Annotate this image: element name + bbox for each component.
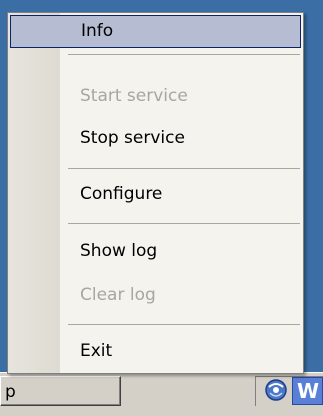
tray-app-label: W — [297, 379, 320, 403]
menu-separator — [68, 54, 300, 56]
menu-item-clear-log[interactable]: Clear log — [10, 280, 301, 313]
menu-item-info[interactable]: Info — [10, 15, 301, 48]
menu-item-label: Info — [81, 21, 114, 41]
context-menu: Info Start service Stop service Configur… — [7, 12, 304, 374]
menu-item-start-service[interactable]: Start service — [10, 81, 301, 114]
menu-item-label: Show log — [80, 241, 158, 261]
menu-item-label: Start service — [80, 86, 188, 106]
menu-item-show-log[interactable]: Show log — [10, 236, 301, 269]
menu-item-label: Stop service — [80, 128, 185, 148]
menu-separator — [68, 168, 300, 170]
menu-separator — [68, 324, 300, 326]
tray-app-button[interactable]: W — [292, 377, 323, 405]
network-globe-icon[interactable] — [264, 378, 288, 402]
menu-item-label: Clear log — [80, 285, 156, 305]
menu-item-label: Exit — [80, 341, 113, 361]
menu-item-exit[interactable]: Exit — [10, 336, 301, 369]
menu-item-stop-service[interactable]: Stop service — [10, 123, 301, 156]
menu-separator — [68, 223, 300, 225]
taskbar-task-label: p — [5, 382, 16, 402]
menu-item-configure[interactable]: Configure — [10, 179, 301, 212]
taskbar-task-button[interactable]: p — [0, 376, 121, 406]
menu-item-label: Configure — [80, 184, 163, 204]
